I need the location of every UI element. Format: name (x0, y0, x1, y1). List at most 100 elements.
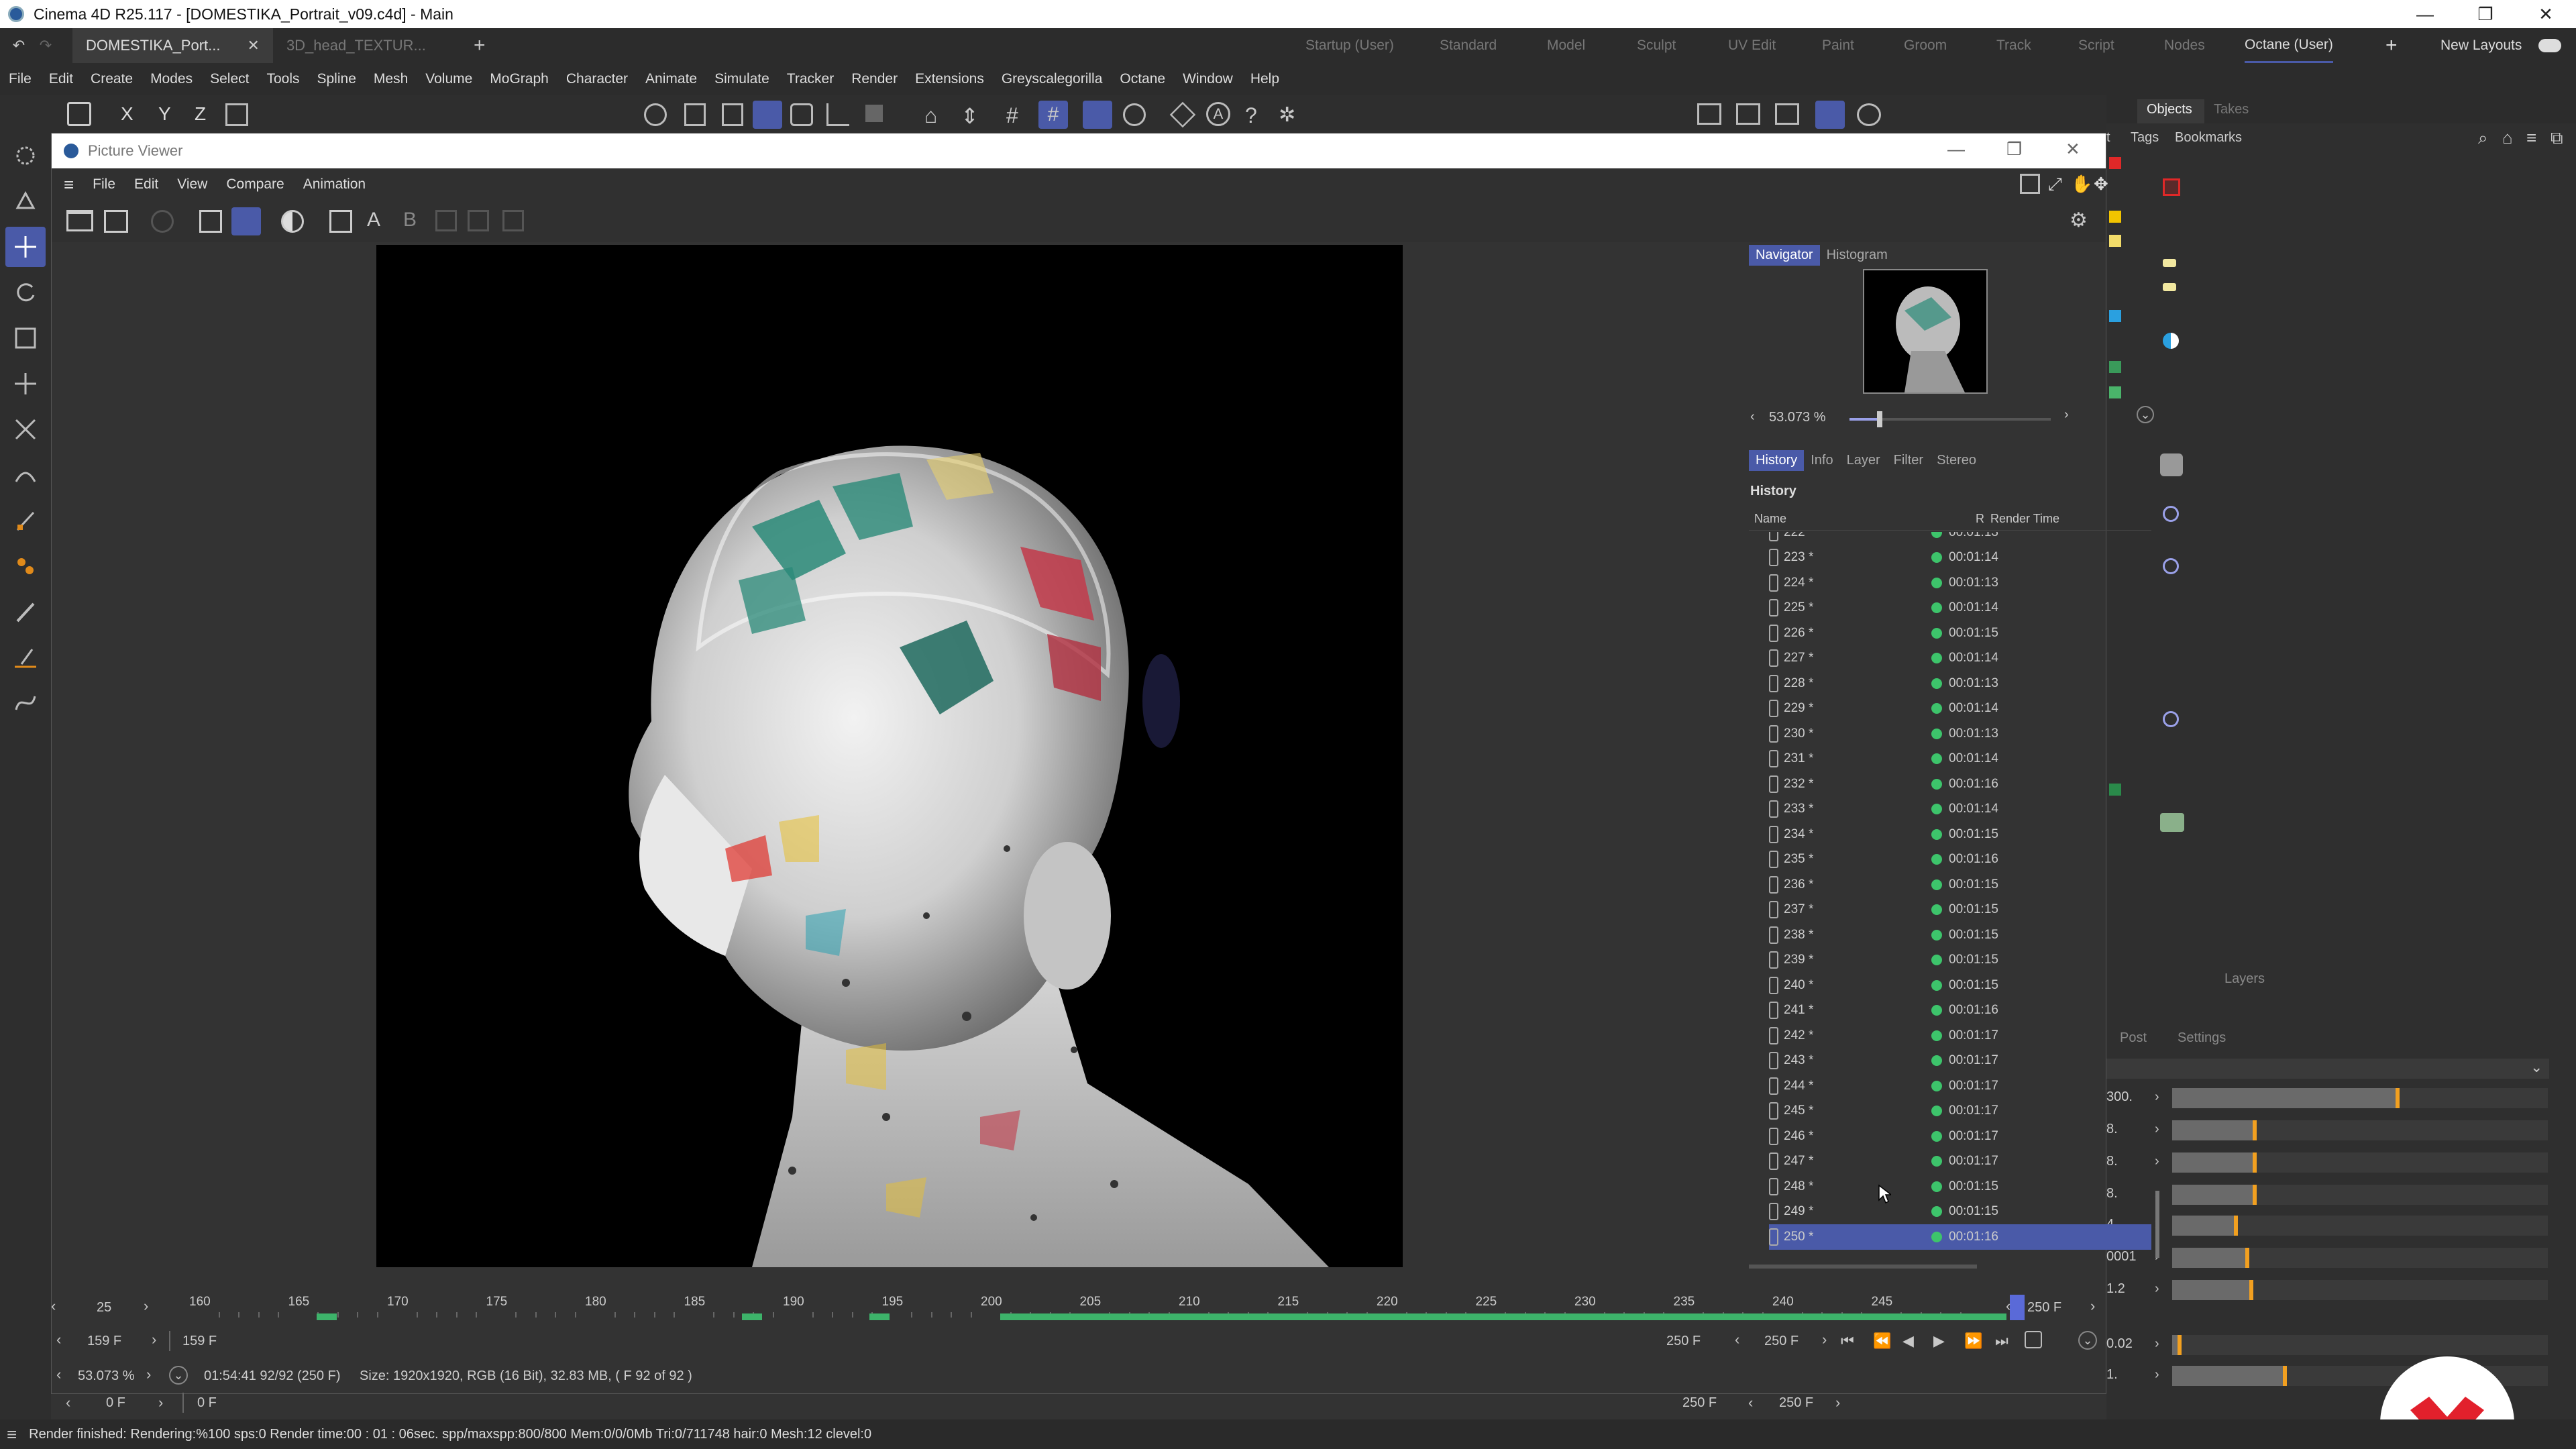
next-frame-icon[interactable]: ⏩ (1964, 1332, 1982, 1350)
attr-slider[interactable] (2172, 1280, 2548, 1300)
status-menu-icon[interactable]: ≡ (7, 1424, 17, 1445)
history-row[interactable]: 247 * 00:01:17 (1769, 1149, 2151, 1175)
end-right-arrow[interactable]: › (1822, 1331, 1827, 1348)
pos-field[interactable]: 0 F (197, 1395, 217, 1411)
menu-volume[interactable]: Volume (425, 71, 472, 87)
mesh-mode-icon[interactable] (684, 103, 706, 126)
history-row[interactable]: 229 * 00:01:14 (1769, 696, 2151, 722)
end-left-arrow[interactable]: ‹ (1735, 1331, 1739, 1348)
tab-layer[interactable]: Layer (1840, 450, 1887, 471)
frame-field[interactable] (169, 1331, 1712, 1351)
history-row[interactable]: 239 * 00:01:15 (1769, 948, 2151, 973)
spline-tool-icon[interactable] (5, 683, 46, 723)
axis-y-lock[interactable]: Y (158, 103, 171, 125)
menu-character[interactable]: Character (566, 71, 628, 87)
close-tab-icon[interactable]: ✕ (248, 37, 260, 54)
last-frame-icon[interactable]: ⏭ (1995, 1332, 2008, 1350)
color-mode-icon[interactable] (281, 210, 304, 233)
menu-simulate[interactable]: Simulate (714, 71, 769, 87)
layout-tab[interactable]: UV Edit (1728, 28, 1776, 63)
rotate-tool-icon[interactable] (5, 272, 46, 313)
octane-settings-icon[interactable] (1857, 103, 1881, 126)
attr-slider[interactable] (2172, 1185, 2548, 1205)
pv-menu-file[interactable]: File (93, 176, 115, 193)
octane-live-viewer-icon[interactable] (1815, 101, 1845, 129)
menu-edit[interactable]: Edit (49, 71, 73, 87)
pv-menu-animation[interactable]: Animation (303, 176, 366, 193)
render-region-icon[interactable] (199, 210, 222, 233)
tab-navigator[interactable]: Navigator (1749, 245, 1820, 266)
attr-slider[interactable] (2172, 1088, 2548, 1108)
magic-wand-icon[interactable]: ✲ (1279, 103, 1295, 127)
attr-value[interactable]: 0.02 (2106, 1336, 2133, 1352)
current-frame[interactable]: 159 F (87, 1334, 121, 1349)
attr-tab-settings[interactable]: Settings (2178, 1030, 2226, 1046)
menu-help[interactable]: Help (1250, 71, 1279, 87)
coordinate-system-icon[interactable] (225, 103, 248, 126)
attr-arrow-icon[interactable]: › (2155, 1367, 2159, 1383)
attr-slider[interactable] (2172, 1248, 2548, 1268)
history-row[interactable]: 244 * 00:01:17 (1769, 1073, 2151, 1099)
tab-filter[interactable]: Filter (1887, 450, 1930, 471)
history-row[interactable]: 241 * 00:01:16 (1769, 998, 2151, 1024)
undo-icon[interactable]: ↶ (5, 37, 32, 54)
move-icon[interactable]: ✥ (2094, 174, 2108, 195)
history-row[interactable]: 246 * 00:01:17 (1769, 1124, 2151, 1149)
history-row[interactable]: 242 * 00:01:17 (1769, 1023, 2151, 1049)
pos-end-right-arrow[interactable]: › (1835, 1394, 1840, 1411)
workplane-icon[interactable]: # (1006, 103, 1018, 128)
pos-right-arrow[interactable]: › (158, 1394, 163, 1411)
new-layouts-label[interactable]: New Layouts (2440, 28, 2522, 63)
layout-tab[interactable]: Paint (1822, 28, 1854, 63)
history-row[interactable]: 236 * 00:01:15 (1769, 872, 2151, 898)
history-row[interactable]: 223 * 00:01:14 (1769, 545, 2151, 571)
play-backward-icon[interactable]: ◀ (1902, 1332, 1914, 1350)
new-tab-icon[interactable]: + (466, 34, 493, 57)
timeline-left-arrow[interactable]: ‹ (51, 1297, 56, 1315)
compare-a-label[interactable]: A (367, 209, 380, 231)
history-row[interactable]: 250 * 00:01:16 (1769, 1224, 2151, 1250)
save-icon[interactable] (104, 210, 128, 233)
menu-mesh[interactable]: Mesh (374, 71, 408, 87)
measure-tool-icon[interactable] (5, 637, 46, 678)
split-icon[interactable] (468, 210, 489, 231)
pv-menu-view[interactable]: View (177, 176, 207, 193)
placement-tool-icon[interactable] (5, 409, 46, 449)
layout-tab-active[interactable]: Octane (User) (2245, 28, 2333, 63)
play-forward-icon[interactable]: ▶ (1933, 1332, 1945, 1350)
swap-icon[interactable] (435, 210, 457, 231)
menu-tools[interactable]: Tools (266, 71, 299, 87)
loop-icon[interactable] (2025, 1331, 2042, 1348)
move-tool-icon[interactable] (5, 227, 46, 267)
history-row[interactable]: 240 * 00:01:15 (1769, 973, 2151, 998)
add-layout-icon[interactable]: + (2385, 28, 2398, 63)
history-row[interactable]: 238 * 00:01:15 (1769, 922, 2151, 948)
history-row[interactable]: 245 * 00:01:17 (1769, 1099, 2151, 1124)
enable-axis-icon[interactable]: ⇕ (961, 103, 979, 129)
polygon-mode-icon[interactable] (753, 101, 782, 129)
history-scrollbar[interactable] (2155, 1191, 2159, 1258)
attr-slider[interactable] (2172, 1216, 2548, 1236)
layout-tab[interactable]: Script (2078, 28, 2114, 63)
history-row[interactable]: 234 * 00:01:15 (1769, 822, 2151, 847)
material-tag-icon[interactable] (2163, 259, 2176, 267)
filter-icon[interactable]: ≡ (2526, 127, 2536, 148)
history-list[interactable]: 222 * 00:01:13 223 * 00:01:14 224 * 00:01:13 2… (1749, 532, 2151, 1262)
menu-spline[interactable]: Spline (317, 71, 356, 87)
attr-arrow-icon[interactable]: › (2155, 1336, 2159, 1352)
timeline-playhead[interactable] (2010, 1295, 2025, 1320)
point-mode-icon[interactable] (722, 103, 743, 126)
current-frame-field[interactable]: 159 F (182, 1334, 217, 1349)
expand-icon[interactable]: ⤢ (2048, 174, 2062, 195)
zoom-slider-thumb[interactable] (1877, 411, 1882, 427)
tab-objects[interactable]: Objects (2147, 102, 2192, 117)
om-menu-bookmarks[interactable]: Bookmarks (2175, 130, 2242, 146)
paint-tool-icon[interactable] (5, 546, 46, 586)
spline-pen-icon[interactable] (5, 455, 46, 495)
history-row[interactable]: 231 * 00:01:14 (1769, 747, 2151, 772)
live-selection-icon[interactable] (5, 181, 46, 221)
search-icon[interactable]: ⌕ (2478, 127, 2488, 149)
snap-settings-icon[interactable] (1169, 101, 1196, 128)
frame-left-arrow[interactable]: ‹ (56, 1331, 61, 1348)
transform-tool-icon[interactable] (5, 364, 46, 404)
